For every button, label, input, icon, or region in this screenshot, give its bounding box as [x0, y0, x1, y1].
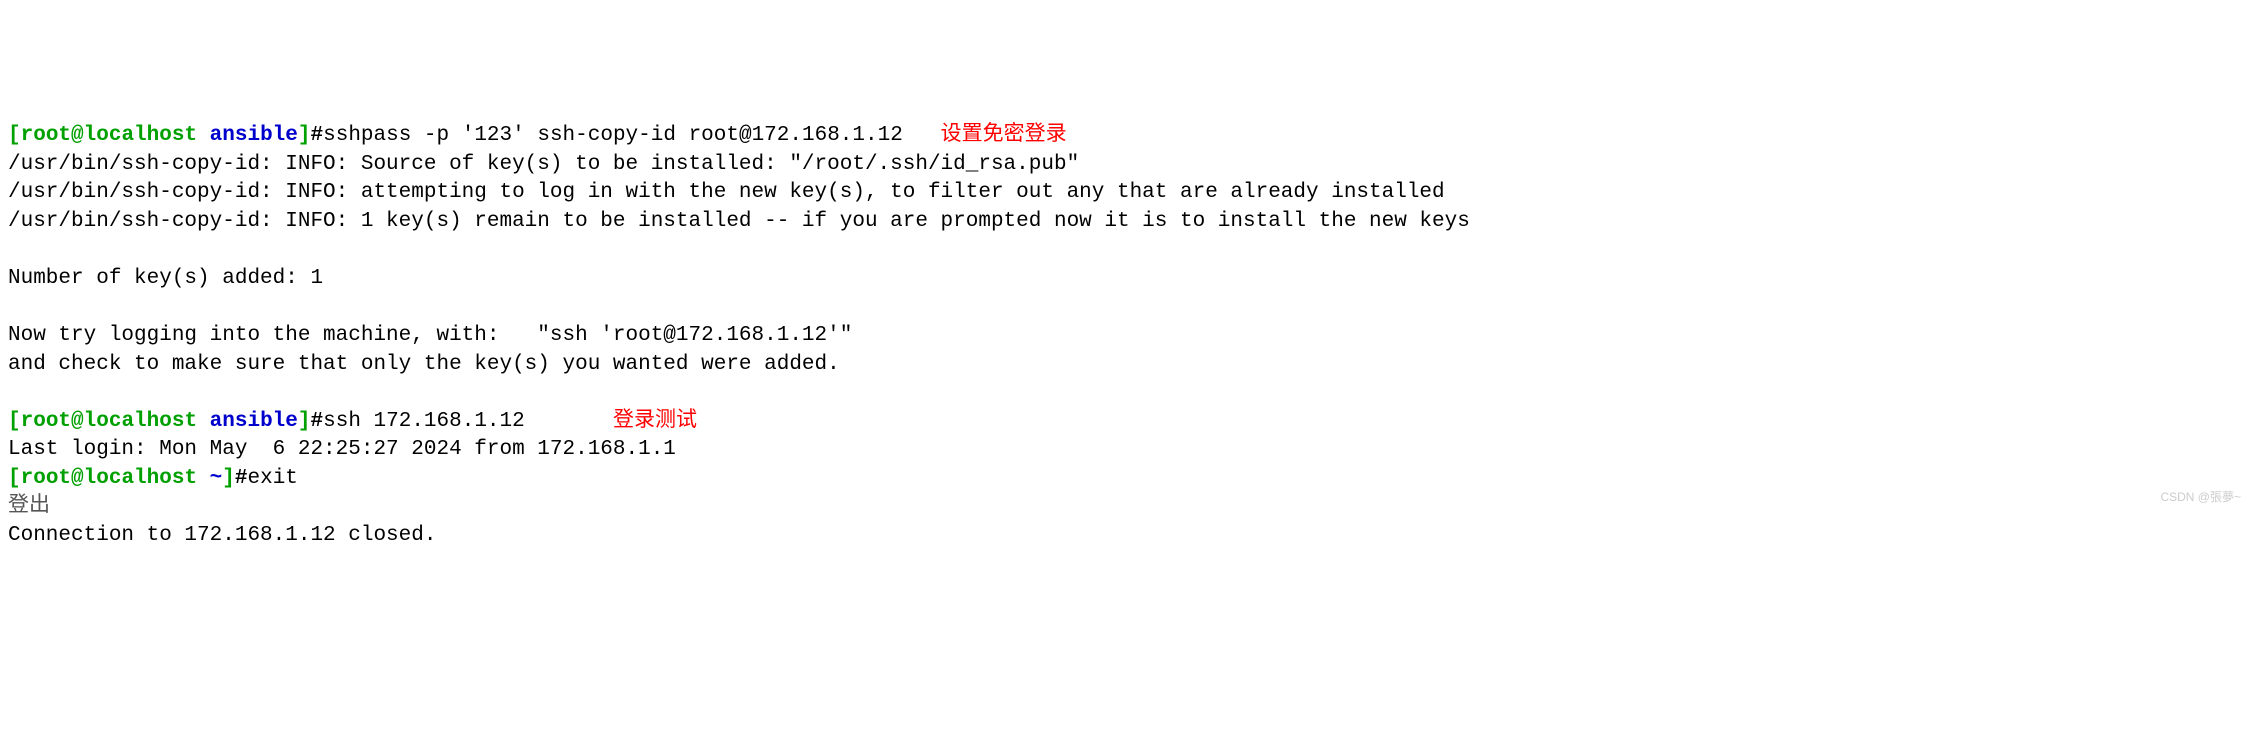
- prompt-space: [197, 124, 210, 147]
- prompt-user: root: [21, 124, 71, 147]
- command-1: sshpass -p '123' ssh-copy-id root@172.16…: [323, 124, 903, 147]
- prompt-open: [: [8, 467, 21, 490]
- command-3: exit: [248, 467, 298, 490]
- prompt-open: [: [8, 124, 21, 147]
- prompt-space: [197, 467, 210, 490]
- prompt-at: @: [71, 410, 84, 433]
- terminal-line-2: [root@localhost ansible]#ssh 172.168.1.1…: [8, 410, 697, 433]
- prompt-user: root: [21, 467, 71, 490]
- prompt-open: [: [8, 410, 21, 433]
- prompt-path: ansible: [210, 410, 298, 433]
- prompt-host: localhost: [84, 410, 197, 433]
- output-line-3: /usr/bin/ssh-copy-id: INFO: 1 key(s) rem…: [8, 210, 1470, 233]
- prompt-host: localhost: [84, 124, 197, 147]
- output-line-11: 登出: [8, 495, 50, 518]
- terminal-line-3: [root@localhost ~]#exit: [8, 467, 298, 490]
- prompt-hash: #: [311, 410, 324, 433]
- prompt-close: ]: [298, 124, 311, 147]
- output-line-12: Connection to 172.168.1.12 closed.: [8, 524, 436, 547]
- prompt-path: ~: [210, 467, 223, 490]
- prompt-space: [197, 410, 210, 433]
- watermark: CSDN @張夢~: [2160, 489, 2241, 505]
- prompt-at: @: [71, 124, 84, 147]
- prompt-user: root: [21, 410, 71, 433]
- annotation-1: 设置免密登录: [941, 124, 1067, 147]
- prompt-hash: #: [311, 124, 324, 147]
- output-line-10: Last login: Mon May 6 22:25:27 2024 from…: [8, 438, 676, 461]
- annotation-2: 登录测试: [613, 410, 697, 433]
- terminal-line-1: [root@localhost ansible]#sshpass -p '123…: [8, 124, 1067, 147]
- prompt-hash: #: [235, 467, 248, 490]
- output-line-1: /usr/bin/ssh-copy-id: INFO: Source of ke…: [8, 153, 1079, 176]
- prompt-at: @: [71, 467, 84, 490]
- output-line-5: Number of key(s) added: 1: [8, 267, 323, 290]
- prompt-close: ]: [298, 410, 311, 433]
- command-2: ssh 172.168.1.12: [323, 410, 525, 433]
- output-line-8: and check to make sure that only the key…: [8, 353, 840, 376]
- prompt-close: ]: [222, 467, 235, 490]
- output-line-2: /usr/bin/ssh-copy-id: INFO: attempting t…: [8, 181, 1445, 204]
- prompt-path: ansible: [210, 124, 298, 147]
- output-line-7: Now try logging into the machine, with: …: [8, 324, 852, 347]
- prompt-host: localhost: [84, 467, 197, 490]
